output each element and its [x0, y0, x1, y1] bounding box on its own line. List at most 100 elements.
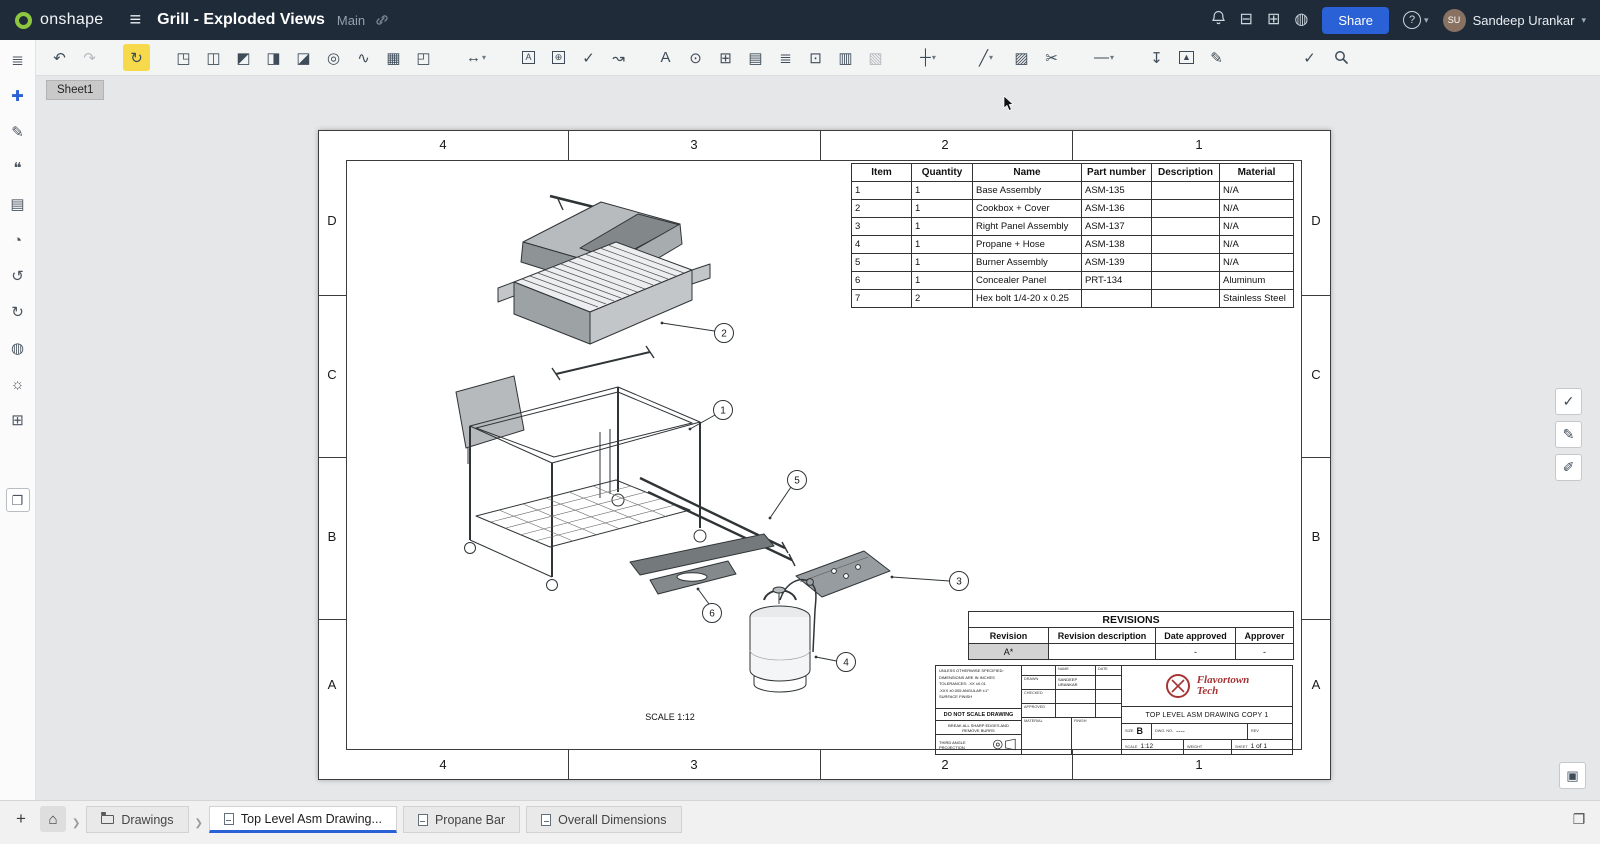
inspect-button[interactable] [1328, 44, 1355, 71]
dimension-button[interactable]: ↔▾ [457, 44, 495, 71]
sync-icon[interactable]: ↻ [6, 300, 30, 324]
sheet-tab[interactable]: Sheet1 [46, 80, 104, 100]
export-button[interactable]: ↧ [1143, 44, 1170, 71]
bom-row[interactable]: 6 1 Concealer Panel PRT-134 Aluminum [852, 272, 1294, 290]
feature-tree-icon[interactable]: ≣ [6, 48, 30, 72]
search-globe-icon[interactable]: ◍ [6, 336, 30, 360]
bom-header: Part number [1082, 164, 1152, 182]
edit-sketch-button[interactable]: ✎ [1203, 44, 1230, 71]
undo-button[interactable]: ↶ [46, 44, 73, 71]
balloon-callout-4[interactable]: 4 [815, 653, 856, 672]
balloon-callout-1[interactable]: 1 [689, 401, 733, 431]
share-button[interactable]: Share [1322, 7, 1389, 34]
print-button[interactable]: ▣ [1559, 762, 1586, 789]
side-shelf-part[interactable] [456, 376, 524, 464]
selection-check-button[interactable]: ✓ [1555, 388, 1582, 415]
line-style-button[interactable]: —▾ [1085, 44, 1123, 71]
hole-table-button[interactable]: ⊡ [802, 44, 829, 71]
broken-out-section-button[interactable]: ▦ [380, 44, 407, 71]
revisions-row[interactable]: A* - - [969, 644, 1294, 660]
markup-pen-button[interactable]: ✎ [1555, 421, 1582, 448]
update-views-button[interactable]: ↻ [123, 44, 150, 71]
section-view-button[interactable]: ◨ [260, 44, 287, 71]
insert-image-button[interactable]: ▲ [1173, 44, 1200, 71]
grill-exploded-view[interactable] [456, 196, 890, 692]
hatch-button[interactable]: ▨ [1008, 44, 1035, 71]
apps-grid-icon[interactable]: ⊞ [1267, 12, 1280, 28]
crop-view-button[interactable]: ◰ [410, 44, 437, 71]
detail-view-button[interactable]: ◎ [320, 44, 347, 71]
bom-row[interactable]: 2 1 Cookbox + Cover ASM-136 N/A [852, 200, 1294, 218]
properties-icon[interactable]: ⊞ [6, 408, 30, 432]
projected-view-button[interactable]: ◫ [200, 44, 227, 71]
bom-row[interactable]: 7 2 Hex bolt 1/4-20 x 0.25 Stainless Ste… [852, 290, 1294, 308]
tab-top-level-asm-drawing[interactable]: Top Level Asm Drawing... [209, 806, 397, 833]
aligned-section-button[interactable]: ◪ [290, 44, 317, 71]
insert-icon[interactable]: ✚ [6, 84, 30, 108]
help-menu-button[interactable]: ? ▾ [1403, 11, 1429, 29]
notes-icon[interactable]: ▤ [6, 192, 30, 216]
propane-tank-part[interactable] [750, 579, 816, 692]
hamburger-menu-icon[interactable]: ≡ [118, 9, 154, 32]
callout-button[interactable]: ⊙ [682, 44, 709, 71]
tab-manager-button[interactable]: ❐ [1566, 806, 1592, 832]
comments-icon[interactable]: ❝ [6, 156, 30, 180]
note-button[interactable]: A [515, 44, 542, 71]
balloon-callout-2[interactable]: 2 [661, 322, 734, 343]
text-button[interactable]: A [652, 44, 679, 71]
bom-cell-item: 3 [852, 218, 912, 236]
drawing-canvas[interactable]: Sheet1 [36, 76, 1600, 800]
history-icon[interactable]: ↺ [6, 264, 30, 288]
home-button[interactable]: ⌂ [40, 806, 66, 832]
line-button[interactable]: ╱▾ [967, 44, 1005, 71]
measure-button[interactable]: ✐ [1555, 454, 1582, 481]
bom-row[interactable]: 5 1 Burner Assembly ASM-139 N/A [852, 254, 1294, 272]
tab-label: Propane Bar [435, 813, 505, 827]
revisions-table[interactable]: REVISIONS Revision Revision description … [968, 611, 1294, 660]
scale-note[interactable]: SCALE 1:12 [620, 712, 720, 722]
bom-table-button[interactable]: ≣ [772, 44, 799, 71]
user-menu[interactable]: SU Sandeep Urankar ▾ [1443, 9, 1586, 32]
branch-name[interactable]: Main [337, 13, 365, 28]
onshape-logo[interactable]: onshape [0, 11, 118, 30]
shortcuts-grid-icon[interactable]: ⊟ [1240, 12, 1253, 28]
balloon-callout-3[interactable]: 3 [891, 572, 969, 591]
add-tab-button[interactable]: + [8, 806, 34, 832]
follow-pen-icon[interactable]: ✎ [6, 120, 30, 144]
drawing-sheet[interactable]: 1 2 3 4 [318, 130, 1331, 780]
tab-overall-dimensions[interactable]: Overall Dimensions [526, 806, 681, 833]
community-sphere-icon[interactable]: ◍ [1294, 12, 1308, 28]
redo-button[interactable]: ↷ [76, 44, 103, 71]
sheets-panel-button[interactable]: ❐ [6, 488, 30, 512]
surface-finish-button[interactable]: ✓ [575, 44, 602, 71]
revision-table-button[interactable]: ▥ [832, 44, 859, 71]
versions-icon[interactable]: ◔ [6, 228, 30, 252]
heat-plate-part[interactable] [796, 551, 890, 597]
learning-bulb-icon[interactable]: ☼ [6, 372, 30, 396]
break-view-button[interactable]: ∿ [350, 44, 377, 71]
place-view-button[interactable]: ◳ [170, 44, 197, 71]
bom-table[interactable]: Item Quantity Name Part number Descripti… [851, 163, 1294, 308]
weld-table-button[interactable]: ▧ [862, 44, 889, 71]
branch-link-icon[interactable] [375, 13, 389, 27]
sheet-check-button[interactable]: ✓ [1296, 44, 1323, 71]
bom-row[interactable]: 4 1 Propane + Hose ASM-138 N/A [852, 236, 1294, 254]
drawn-name: SANDEEP URANKAR [1056, 676, 1096, 689]
trim-button[interactable]: ✂ [1038, 44, 1065, 71]
tab-propane-bar[interactable]: Propane Bar [403, 806, 520, 833]
notifications-bell-icon[interactable] [1211, 10, 1226, 30]
section-view-icon: ◨ [266, 49, 280, 67]
centerline-button[interactable]: ┼▾ [909, 44, 947, 71]
balloon-callout-5[interactable]: 5 [769, 471, 807, 520]
sheet-button[interactable]: ▤ [742, 44, 769, 71]
gdt-frame-button[interactable]: ⊕ [545, 44, 572, 71]
auxiliary-view-button[interactable]: ◩ [230, 44, 257, 71]
table-button[interactable]: ⊞ [712, 44, 739, 71]
weld-symbol-button[interactable]: ↝ [605, 44, 632, 71]
tab-drawings-folder[interactable]: Drawings [86, 806, 188, 833]
title-block[interactable]: UNLESS OTHERWISE SPECIFIED: DIMENSIONS A… [935, 665, 1293, 755]
bom-row[interactable]: 3 1 Right Panel Assembly ASM-137 N/A [852, 218, 1294, 236]
document-title[interactable]: Grill - Exploded Views [157, 11, 325, 29]
bom-row[interactable]: 1 1 Base Assembly ASM-135 N/A [852, 182, 1294, 200]
balloon-callout-6[interactable]: 6 [697, 588, 722, 623]
